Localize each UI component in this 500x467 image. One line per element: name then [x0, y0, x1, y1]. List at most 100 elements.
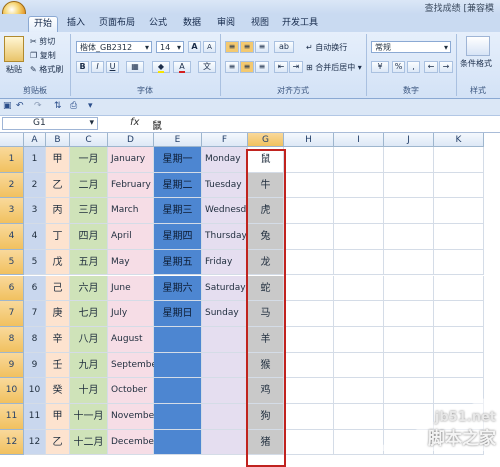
cell-k7[interactable] [434, 301, 484, 327]
cell-d5[interactable]: May [108, 249, 154, 276]
cell-i7[interactable] [334, 301, 384, 327]
cell-c7[interactable]: 七月 [70, 301, 108, 327]
cell-h12[interactable] [284, 429, 334, 456]
cell-i3[interactable] [334, 198, 384, 225]
tab-formulas[interactable]: 公式 [146, 16, 170, 31]
cell-b3[interactable]: 丙 [46, 198, 70, 225]
cell-k1[interactable] [434, 147, 484, 173]
cell-e2[interactable]: 星期二 [154, 172, 202, 199]
cell-a2[interactable]: 2 [24, 172, 46, 199]
cell-e11[interactable] [154, 404, 202, 430]
cell-f8[interactable] [202, 326, 248, 353]
increase-indent-button[interactable]: ⇥ [289, 61, 303, 73]
cell-c12[interactable]: 十二月 [70, 429, 108, 456]
cell-k6[interactable] [434, 275, 484, 302]
cell-a12[interactable]: 12 [24, 429, 46, 456]
row-header[interactable]: 10 [0, 378, 24, 404]
cell-a11[interactable]: 11 [24, 404, 46, 430]
border-button[interactable]: ▦ [126, 61, 144, 73]
merge-center-button[interactable]: ⊞ 合并后居中 ▾ [306, 62, 362, 73]
cell-b1[interactable]: 甲 [46, 147, 70, 173]
cell-b5[interactable]: 戊 [46, 249, 70, 276]
column-header-i[interactable]: I [334, 133, 384, 147]
bold-button[interactable]: B [76, 61, 89, 73]
decrease-decimal-button[interactable]: → [439, 61, 453, 73]
cell-f10[interactable] [202, 378, 248, 404]
customize-toolbar-icon[interactable]: ▾ [88, 101, 93, 111]
cell-f4[interactable]: Thursday [202, 224, 248, 250]
column-header-j[interactable]: J [384, 133, 434, 147]
cell-e8[interactable] [154, 326, 202, 353]
italic-button[interactable]: I [91, 61, 104, 73]
cell-k5[interactable] [434, 249, 484, 276]
column-header-a[interactable]: A [24, 133, 46, 147]
cell-h4[interactable] [284, 224, 334, 250]
cell-f3[interactable]: Wednesday [202, 198, 257, 225]
cell-c3[interactable]: 三月 [70, 198, 108, 225]
cell-d10[interactable]: October [108, 378, 154, 404]
align-left-button[interactable]: ≡ [225, 61, 239, 73]
cell-d9[interactable]: September [108, 352, 161, 379]
cell-j7[interactable] [384, 301, 434, 327]
tab-developer[interactable]: 开发工具 [282, 16, 318, 31]
tab-insert[interactable]: 插入 [64, 16, 88, 31]
cell-a3[interactable]: 3 [24, 198, 46, 225]
cell-j1[interactable] [384, 147, 434, 173]
cell-e5[interactable]: 星期五 [154, 249, 202, 276]
cell-b2[interactable]: 乙 [46, 172, 70, 199]
font-name-select[interactable]: 楷体_GB2312 ▾ [76, 41, 152, 53]
row-header[interactable]: 8 [0, 326, 24, 353]
cell-h11[interactable] [284, 404, 334, 430]
cell-i8[interactable] [334, 326, 384, 353]
cell-b8[interactable]: 辛 [46, 326, 70, 353]
comma-button[interactable]: , [407, 61, 420, 73]
tab-view[interactable]: 视图 [248, 16, 272, 31]
cell-f2[interactable]: Tuesday [202, 172, 248, 199]
cell-a9[interactable]: 9 [24, 352, 46, 379]
column-header-c[interactable]: C [70, 133, 108, 147]
row-header[interactable]: 3 [0, 198, 24, 225]
format-painter-button[interactable]: ✎ 格式刷 [30, 64, 63, 75]
cell-i2[interactable] [334, 172, 384, 199]
sort-icon[interactable]: ⇅ [54, 101, 62, 111]
cell-b10[interactable]: 癸 [46, 378, 70, 404]
cell-i5[interactable] [334, 249, 384, 276]
cell-b4[interactable]: 丁 [46, 224, 70, 250]
cell-f7[interactable]: Sunday [202, 301, 248, 327]
column-header-e[interactable]: E [154, 133, 202, 147]
align-top-button[interactable]: ≡ [225, 41, 239, 53]
cell-c1[interactable]: 一月 [70, 147, 108, 173]
cell-k8[interactable] [434, 326, 484, 353]
cell-f1[interactable]: Monday [202, 147, 248, 173]
cell-a6[interactable]: 6 [24, 275, 46, 302]
cell-i9[interactable] [334, 352, 384, 379]
cell-e9[interactable] [154, 352, 202, 379]
conditional-format-button[interactable]: 条件格式 [460, 58, 492, 69]
font-color-button[interactable]: A [173, 61, 191, 73]
row-header[interactable]: 9 [0, 352, 24, 379]
currency-button[interactable]: ¥ [371, 61, 389, 73]
underline-button[interactable]: U [106, 61, 119, 73]
cell-h7[interactable] [284, 301, 334, 327]
cell-f5[interactable]: Friday [202, 249, 248, 276]
cell-c11[interactable]: 十一月 [70, 404, 108, 430]
cell-e1[interactable]: 星期一 [154, 147, 202, 173]
conditional-format-icon[interactable] [466, 36, 490, 56]
column-header-f[interactable]: F [202, 133, 248, 147]
orientation-button[interactable]: ab [274, 41, 294, 53]
grow-font-button[interactable]: A [188, 41, 201, 53]
column-header-b[interactable]: B [46, 133, 70, 147]
cell-j5[interactable] [384, 249, 434, 276]
align-right-button[interactable]: ≡ [255, 61, 269, 73]
cell-f12[interactable] [202, 429, 248, 456]
paste-button[interactable]: 粘贴 [6, 64, 22, 75]
name-box[interactable]: G1 ▾ [2, 117, 98, 130]
cell-c4[interactable]: 四月 [70, 224, 108, 250]
align-center-button[interactable]: ≡ [240, 61, 254, 73]
cell-h5[interactable] [284, 249, 334, 276]
decrease-indent-button[interactable]: ⇤ [274, 61, 288, 73]
cell-d12[interactable]: December [108, 429, 158, 456]
column-header-d[interactable]: D [108, 133, 154, 147]
cell-i1[interactable] [334, 147, 384, 173]
cell-a1[interactable]: 1 [24, 147, 46, 173]
